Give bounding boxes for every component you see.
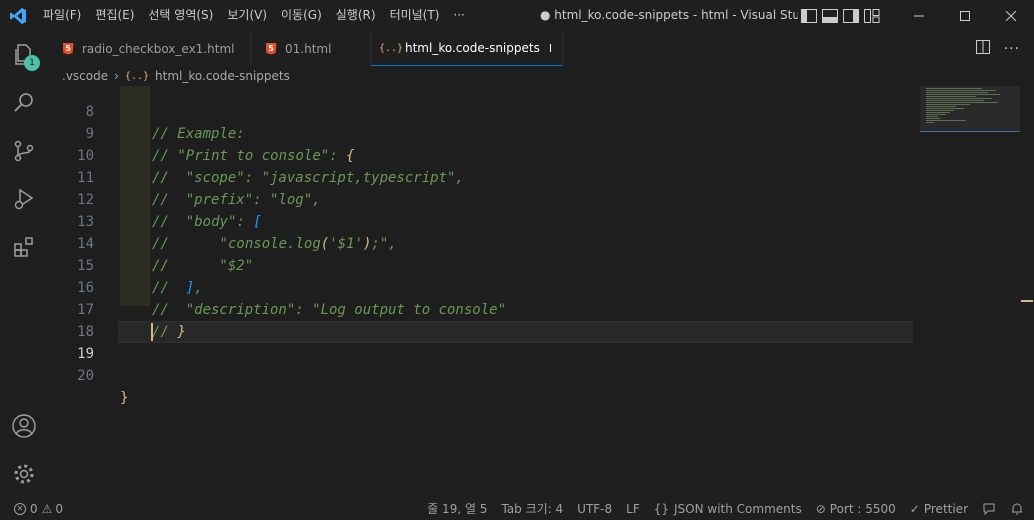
code-line: 9 // "Print to console": { [85,126,355,164]
window-controls [896,0,1034,31]
close-icon[interactable] [988,0,1034,31]
menu-file[interactable]: 파일(F) [36,0,88,31]
title-bar: 파일(F) 편집(E) 선택 영역(S) 보기(V) 이동(G) 실행(R) 터… [0,0,1034,31]
prettier-label: Prettier [923,501,968,516]
warning-icon: ⚠ [41,501,53,516]
chevron-right-icon: › [114,69,119,83]
split-editor-icon[interactable] [975,40,990,57]
files-icon[interactable]: 1 [0,31,48,79]
menu-terminal[interactable]: 터미널(T) [383,0,447,31]
code-line: 14 // "$2" [77,236,254,274]
more-actions-icon[interactable]: ··· [1004,41,1020,57]
toggle-panel-icon[interactable] [821,7,838,24]
menu-selection[interactable]: 선택 영역(S) [141,0,220,31]
code-line: 18 [77,324,94,340]
code-line: 20 } [77,368,129,406]
warning-count: 0 [55,501,64,516]
account-icon[interactable] [0,402,48,450]
breadcrumb-file[interactable]: html_ko.code-snippets [155,69,290,83]
code-line: 12 // "body": [ [77,192,262,230]
menu-more[interactable]: ··· [446,0,471,31]
minimize-icon[interactable] [896,0,942,31]
problems-indicator[interactable]: ✕ 0 ⚠ 0 [0,497,70,520]
menu-edit[interactable]: 편집(E) [88,0,141,31]
encoding[interactable]: UTF-8 [570,497,619,520]
error-count: 0 [30,501,38,516]
json-braces-icon: {..} [124,70,150,82]
menu-run[interactable]: 실행(R) [329,0,383,31]
json-braces-icon: {..} [378,42,404,54]
code-editor[interactable]: 8 // Example: 9 // "Print to console": {… [48,86,920,497]
check-double-icon: ✓ [909,501,920,516]
settings-gear-icon[interactable] [0,450,48,498]
end-of-line[interactable]: LF [619,497,647,520]
menu-bar: 파일(F) 편집(E) 선택 영역(S) 보기(V) 이동(G) 실행(R) 터… [36,0,472,31]
editor-tabs: 5 radio_checkbox_ex1.html 5 01.html {..}… [48,31,1034,66]
error-icon: ✕ [14,502,26,515]
tab-actions: ··· [975,31,1034,66]
vscode-logo-icon[interactable] [0,0,36,31]
minimap[interactable] [920,86,1020,497]
cursor-position-marker [1021,300,1033,302]
window-title: ● html_ko.code-snippets - html - Visual … [540,8,798,22]
status-bar: ✕ 0 ⚠ 0 줄 19, 열 5 Tab 크기: 4 UTF-8 LF {} … [0,497,1034,520]
tab-radio-checkbox[interactable]: 5 radio_checkbox_ex1.html [48,31,251,66]
customize-layout-icon[interactable] [863,7,880,24]
editor-scrollbar[interactable] [1020,86,1034,497]
indentation[interactable]: Tab 크기: 4 [494,497,570,520]
port-label: Port : 5500 [829,501,896,516]
tab-label: 01.html [285,41,332,56]
text-caret [151,323,153,341]
toggle-primary-sidebar-icon[interactable] [800,7,817,24]
code-line-current: 19 [77,346,94,362]
code-line: 11 // "prefix": "log", [77,170,321,208]
language-mode[interactable]: {} JSON with Comments [647,497,809,520]
language-label: JSON with Comments [674,501,802,516]
html5-icon: 5 [62,42,74,55]
run-debug-icon[interactable] [0,175,48,223]
tab-01-html[interactable]: 5 01.html [251,31,371,66]
code-line: 8 // Example: [85,104,245,142]
tab-label: html_ko.code-snippets [405,41,540,55]
json-braces-icon: {} [653,501,670,516]
prettier-status[interactable]: ✓ Prettier [903,497,975,520]
layout-controls [800,0,880,31]
html5-icon: 5 [265,42,277,55]
extensions-icon[interactable] [0,223,48,271]
code-line: 16 // "description": "Log output to cons… [77,280,507,318]
broadcast-icon: ⊘ [815,501,826,516]
breadcrumb: .vscode › {..} html_ko.code-snippets [48,66,290,86]
live-server-port[interactable]: ⊘ Port : 5500 [809,497,903,520]
notifications-bell-icon[interactable] [1003,497,1034,520]
code-line: 17 // } [77,302,186,340]
menu-view[interactable]: 보기(V) [220,0,274,31]
code-line: 13 // "console.log('$1');", [77,214,397,252]
menu-go[interactable]: 이동(G) [274,0,329,31]
breadcrumb-folder[interactable]: .vscode [62,69,108,83]
tab-html-ko-snippets[interactable]: {..} html_ko.code-snippets [371,31,563,66]
tab-label: radio_checkbox_ex1.html [82,41,235,56]
source-control-icon[interactable] [0,127,48,175]
maximize-icon[interactable] [942,0,988,31]
code-line: 15 // ], [77,258,203,296]
cursor-position[interactable]: 줄 19, 열 5 [420,497,494,520]
toggle-secondary-sidebar-icon[interactable] [842,7,859,24]
search-icon[interactable] [0,79,48,127]
code-line: 10 // "scope": "javascript,typescript", [77,148,464,186]
explorer-badge: 1 [24,55,40,71]
feedback-icon[interactable] [975,497,1003,520]
activity-bar: 1 [0,31,48,497]
